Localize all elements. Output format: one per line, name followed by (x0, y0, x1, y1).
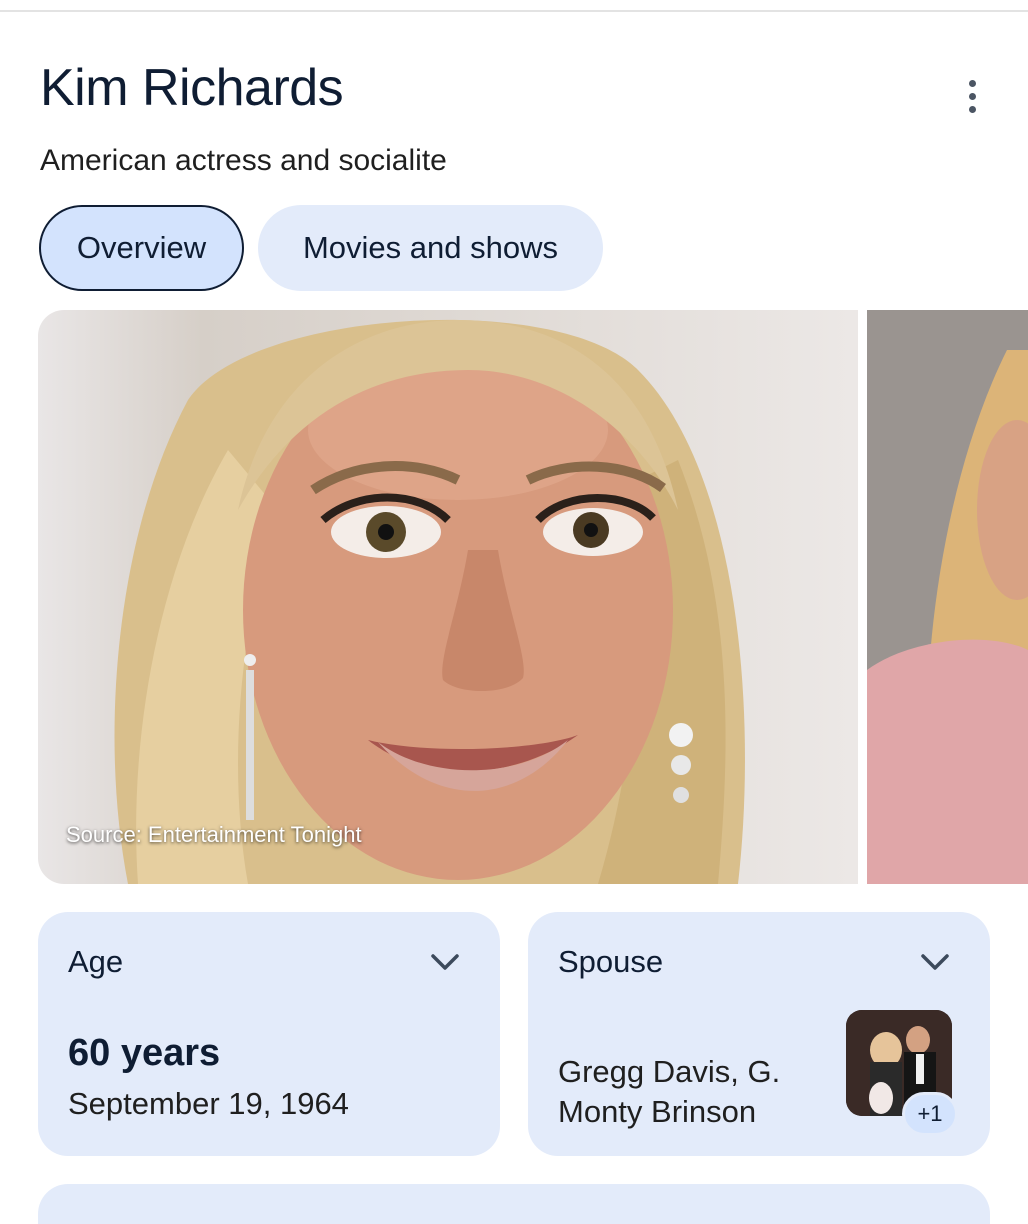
chevron-down-icon[interactable] (920, 952, 950, 972)
age-value: 60 years (68, 1032, 221, 1074)
tab-overview[interactable]: Overview (39, 205, 244, 291)
tab-movies-label: Movies and shows (302, 230, 558, 265)
spouse-value[interactable]: Gregg Davis, G. Monty Brinson (558, 1052, 818, 1132)
more-options-button[interactable] (950, 72, 994, 120)
tab-movies-and-shows[interactable]: Movies and shows (258, 205, 603, 291)
next-card-partial[interactable] (38, 1184, 990, 1224)
tab-overview-label: Overview (76, 230, 207, 265)
page-subtitle: American actress and socialite (40, 144, 447, 177)
age-card[interactable]: Age 60 years September 19, 1964 (38, 912, 500, 1156)
page-title: Kim Richards (40, 59, 344, 117)
chevron-down-icon[interactable] (430, 952, 460, 972)
secondary-image (867, 310, 1028, 884)
more-vert-icon (968, 79, 976, 87)
spouse-card[interactable]: Spouse Gregg Davis, G. Monty Brinson +1 (528, 912, 990, 1156)
portrait-image (114, 319, 745, 884)
more-spouses-badge[interactable]: +1 (902, 1092, 958, 1136)
birth-date: September 19, 1964 (68, 1086, 349, 1121)
spouse-label: Spouse (558, 944, 664, 979)
age-label: Age (68, 944, 124, 979)
main-photo[interactable]: Source: Entertainment Tonight (38, 310, 858, 884)
top-divider (0, 10, 1028, 12)
image-source-caption: Source: Entertainment Tonight (66, 822, 362, 847)
secondary-photo[interactable] (867, 310, 1028, 884)
